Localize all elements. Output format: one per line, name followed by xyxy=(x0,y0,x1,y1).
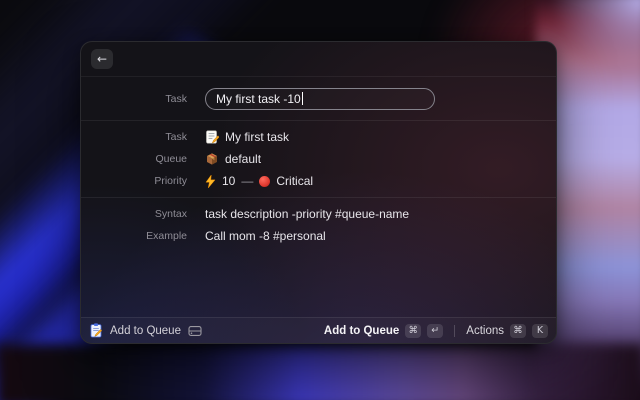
desktop: ← Task My first task -10 Task xyxy=(0,0,640,400)
task-field-label: Task xyxy=(81,93,187,105)
status-bar: Add to Queue Add to Queue ⌘ ↵ Actions ⌘ … xyxy=(81,317,556,343)
command-key-icon: ⌘ xyxy=(510,324,526,338)
command-info: Add to Queue xyxy=(89,323,202,338)
preview-queue-row: Queue default xyxy=(81,148,556,170)
preview-priority-label: Priority xyxy=(81,175,187,187)
wallpaper-bottom-glow xyxy=(0,344,640,400)
syntax-label: Syntax xyxy=(81,208,187,220)
text-cursor xyxy=(302,92,303,105)
footer-divider xyxy=(454,325,455,337)
k-key-icon: K xyxy=(532,324,548,338)
window-header: ← xyxy=(81,42,556,77)
return-key-icon: ↵ xyxy=(427,324,443,338)
back-button[interactable]: ← xyxy=(91,49,113,69)
preview-task-label: Task xyxy=(81,131,187,143)
back-arrow-icon: ← xyxy=(97,53,107,65)
memo-icon xyxy=(205,130,219,144)
command-key-icon: ⌘ xyxy=(405,324,421,338)
red-circle-icon xyxy=(259,176,270,187)
drive-icon xyxy=(188,325,202,337)
clipboard-icon xyxy=(89,323,103,338)
priority-number: 10 xyxy=(222,174,235,188)
task-input-value: My first task -10 xyxy=(216,92,301,106)
syntax-value: task description -priority #queue-name xyxy=(205,207,409,221)
example-row: Example Call mom -8 #personal xyxy=(81,225,556,247)
preview-task-row: Task My first task xyxy=(81,126,556,148)
actions-menu-button[interactable]: Actions xyxy=(466,325,504,337)
preview-priority-row: Priority 10 — Critical xyxy=(81,170,556,192)
package-icon xyxy=(205,152,219,166)
preview-task-value: My first task xyxy=(225,130,289,144)
task-form-section: Task My first task -10 xyxy=(81,77,556,121)
priority-status: Critical xyxy=(276,174,313,188)
task-preview-section: Task My first task Queue xyxy=(81,121,556,198)
raycast-window: ← Task My first task -10 Task xyxy=(80,41,557,344)
command-title: Add to Queue xyxy=(110,325,181,337)
example-value: Call mom -8 #personal xyxy=(205,229,326,243)
example-label: Example xyxy=(81,230,187,242)
task-input[interactable]: My first task -10 xyxy=(205,88,435,110)
preview-queue-value: default xyxy=(225,152,261,166)
priority-dash: — xyxy=(241,174,253,188)
zap-icon xyxy=(205,175,216,188)
help-section: Syntax task description -priority #queue… xyxy=(81,198,556,252)
syntax-row: Syntax task description -priority #queue… xyxy=(81,203,556,225)
add-to-queue-action[interactable]: Add to Queue xyxy=(324,325,399,337)
preview-queue-label: Queue xyxy=(81,153,187,165)
actions-cluster: Add to Queue ⌘ ↵ Actions ⌘ K xyxy=(324,324,548,338)
